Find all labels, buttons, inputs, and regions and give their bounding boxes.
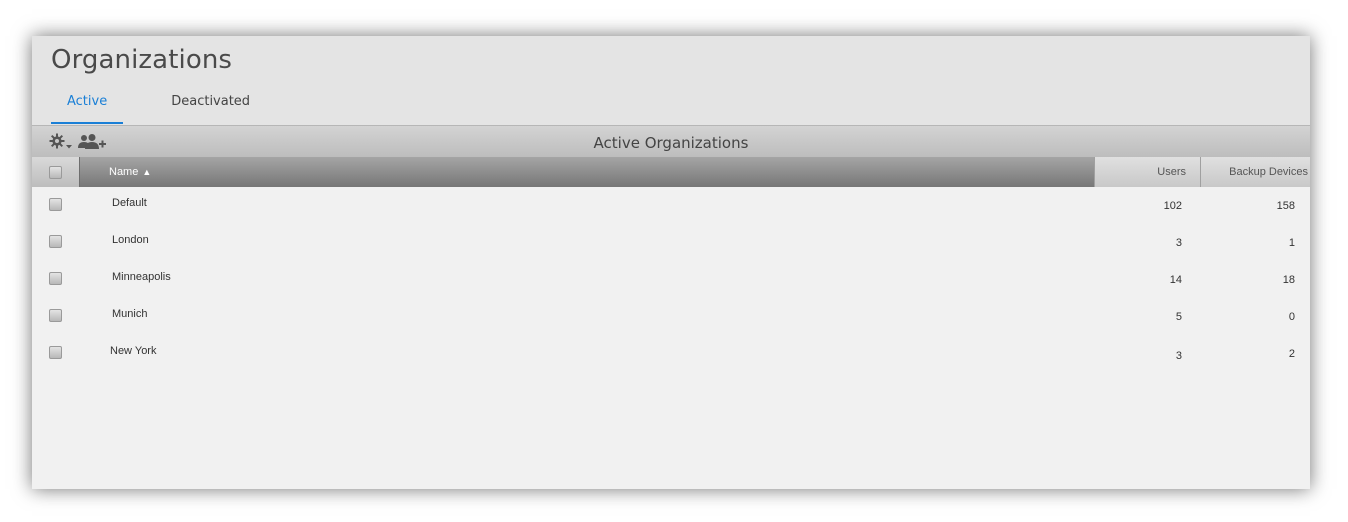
table-row[interactable]: Munich 5 0 xyxy=(32,299,1310,336)
page-title: Organizations xyxy=(51,45,233,75)
backup-devices-count: 1 xyxy=(1288,237,1295,249)
tab-bar: Active Deactivated xyxy=(51,88,266,125)
backup-devices-count: 18 xyxy=(1282,274,1295,286)
column-header-backup-devices[interactable]: Backup Devices xyxy=(1200,157,1310,187)
organizations-window: Organizations Active Deactivated Active … xyxy=(32,36,1310,489)
column-header-users[interactable]: Users xyxy=(1094,157,1200,187)
row-checkbox[interactable] xyxy=(49,346,62,359)
page-header: Organizations Active Deactivated xyxy=(32,36,1310,125)
users-count: 3 xyxy=(1175,237,1182,249)
row-checkbox[interactable] xyxy=(49,198,62,211)
table-body: Default 102 158 London 3 1 Minneapolis 1… xyxy=(32,188,1310,489)
users-count: 14 xyxy=(1169,274,1182,286)
table-row[interactable]: London 3 1 xyxy=(32,225,1310,262)
column-header-name[interactable]: Name ▲ xyxy=(79,157,1094,187)
sort-ascending-icon: ▲ xyxy=(142,167,152,177)
backup-devices-count: 0 xyxy=(1288,311,1295,323)
users-count: 3 xyxy=(1175,350,1182,362)
table-header: Name ▲ Users Backup Devices xyxy=(32,157,1310,187)
table-row[interactable]: Minneapolis 14 18 xyxy=(32,262,1310,299)
backup-devices-count: 158 xyxy=(1276,200,1295,212)
table-row[interactable]: New York 3 2 xyxy=(32,336,1310,373)
organization-name[interactable]: Munich xyxy=(112,308,147,320)
organization-name[interactable]: Minneapolis xyxy=(112,271,171,283)
row-checkbox[interactable] xyxy=(49,272,62,285)
users-count: 5 xyxy=(1175,311,1182,323)
select-all-checkbox[interactable] xyxy=(49,166,62,179)
table-row[interactable]: Default 102 158 xyxy=(32,188,1310,225)
organization-name[interactable]: Default xyxy=(112,197,147,209)
select-all-cell xyxy=(32,157,79,187)
organization-name[interactable]: London xyxy=(112,234,149,246)
tab-active[interactable]: Active xyxy=(51,88,124,124)
toolbar-title: Active Organizations xyxy=(593,134,749,152)
backup-devices-count: 2 xyxy=(1288,348,1295,360)
users-count: 102 xyxy=(1163,200,1182,212)
organization-name[interactable]: New York xyxy=(110,345,156,357)
column-header-name-label[interactable]: Name ▲ xyxy=(109,166,151,178)
row-checkbox[interactable] xyxy=(49,309,62,322)
row-checkbox[interactable] xyxy=(49,235,62,248)
tab-deactivated[interactable]: Deactivated xyxy=(155,88,266,124)
toolbar: Active Organizations xyxy=(32,125,1310,157)
